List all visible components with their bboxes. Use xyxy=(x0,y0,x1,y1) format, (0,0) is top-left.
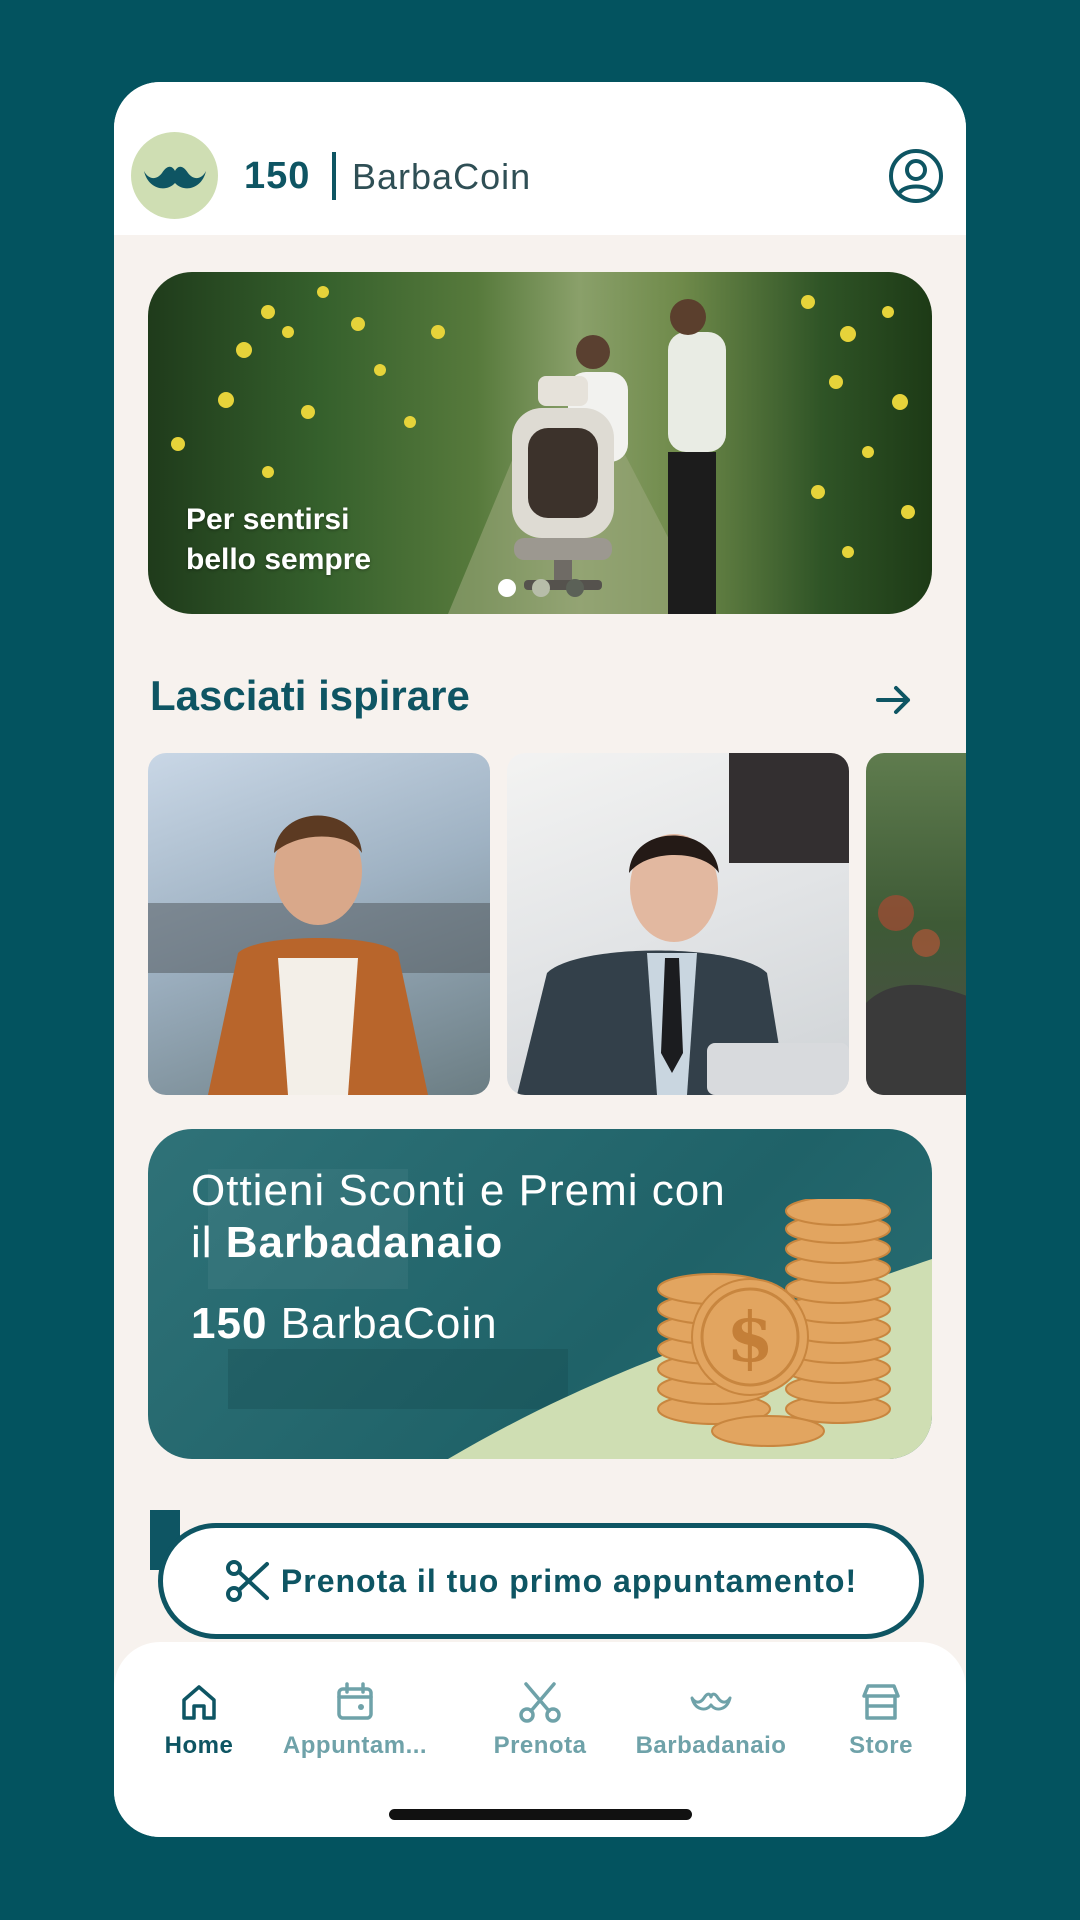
rewards-title-line-2: il Barbadanaio xyxy=(191,1217,726,1269)
inspiration-card[interactable] xyxy=(148,753,490,1095)
divider xyxy=(332,152,336,200)
logo-badge xyxy=(131,132,218,219)
carousel-dot-3[interactable] xyxy=(566,579,584,597)
nav-item-book[interactable]: Prenota xyxy=(455,1680,625,1760)
home-indicator[interactable] xyxy=(389,1809,692,1820)
inspiration-title: Lasciati ispirare xyxy=(150,672,470,719)
scissors-icon xyxy=(225,1560,269,1602)
nav-item-barbadanaio[interactable]: Barbadanaio xyxy=(626,1680,796,1760)
nav-item-home[interactable]: Home xyxy=(114,1680,284,1760)
card-image xyxy=(148,815,490,1095)
mustache-icon xyxy=(690,1692,732,1711)
hero-line-2: bello sempre xyxy=(186,543,372,576)
barbacoin-label: BarbaCoin xyxy=(352,156,532,197)
card-image xyxy=(866,895,966,1095)
barber-chair xyxy=(512,376,614,590)
carousel-dots xyxy=(498,579,584,597)
home-icon xyxy=(182,1685,216,1720)
nav-label-appointments: Appuntam... xyxy=(282,1732,428,1759)
rewards-title-line-1: Ottieni Sconti e Premi con xyxy=(191,1166,726,1215)
mustache-icon xyxy=(143,166,206,188)
rewards-coin-amount: 150 xyxy=(191,1299,268,1348)
calendar-icon xyxy=(337,1682,373,1720)
nav-label-book: Prenota xyxy=(493,1732,587,1759)
nav-label-home: Home xyxy=(164,1732,234,1759)
nav-item-store[interactable]: Store xyxy=(796,1680,966,1760)
carousel-dot-1[interactable] xyxy=(498,579,516,597)
rewards-title-brand: Barbadanaio xyxy=(225,1218,504,1267)
book-first-appointment-button[interactable]: Prenota il tuo primo appuntamento! xyxy=(158,1523,924,1639)
svg-text:$: $ xyxy=(726,1298,773,1378)
carousel-dot-2[interactable] xyxy=(532,579,550,597)
nav-label-store: Store xyxy=(849,1732,913,1759)
rewards-banner[interactable]: $ Ottieni Sconti e Premi con il Barbadan… xyxy=(148,1129,932,1459)
rewards-coin-label: BarbaCoin xyxy=(280,1299,498,1348)
rewards-balance: 150 BarbaCoin xyxy=(191,1299,498,1349)
store-icon xyxy=(862,1684,900,1720)
nav-label-barbadanaio: Barbadanaio xyxy=(635,1732,787,1759)
arrow-right-icon[interactable] xyxy=(874,680,914,720)
inspiration-card[interactable] xyxy=(507,753,849,1095)
scissors-icon xyxy=(519,1682,561,1723)
app-screen: 150 BarbaCoin Per sentirsi bello sempre … xyxy=(114,82,966,1837)
cta-label: Prenota il tuo primo appuntamento! xyxy=(280,1562,858,1599)
nav-item-appointments[interactable]: Appuntam... xyxy=(270,1680,440,1760)
barbacoin-balance: 150 xyxy=(244,155,311,197)
card-image xyxy=(517,753,849,1095)
hero-line-1: Per sentirsi xyxy=(186,503,350,536)
hero-carousel[interactable]: Per sentirsi bello sempre xyxy=(148,272,932,614)
rewards-title: Ottieni Sconti e Premi con il Barbadanai… xyxy=(191,1165,726,1269)
inspiration-card[interactable] xyxy=(866,753,966,1095)
user-circle-icon[interactable] xyxy=(888,148,944,204)
rewards-title-prefix: il xyxy=(191,1218,226,1267)
bottom-navigation: Home Appuntam... Prenota Barbadanaio Sto… xyxy=(114,1642,966,1837)
app-header: 150 BarbaCoin xyxy=(114,82,966,235)
hero-caption: Per sentirsi bello sempre xyxy=(186,500,371,580)
